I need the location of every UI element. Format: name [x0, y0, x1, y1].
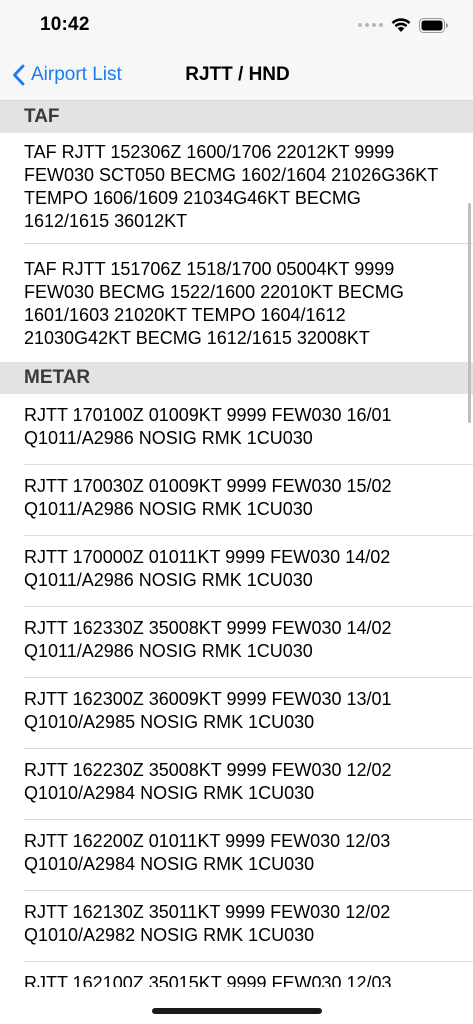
status-icons [358, 14, 449, 36]
status-time: 10:42 [40, 14, 90, 35]
section-header-metar: METAR [0, 362, 473, 394]
status-bar: 10:42 [0, 0, 473, 50]
taf-row[interactable]: TAF RJTT 151706Z 1518/1700 05004KT 9999 … [0, 244, 473, 362]
metar-row[interactable]: RJTT 162130Z 35011KT 9999 FEW030 12/02 Q… [0, 891, 473, 962]
report-list[interactable]: TAF TAF RJTT 152306Z 1600/1706 22012KT 9… [0, 101, 473, 987]
metar-row[interactable]: RJTT 162200Z 01011KT 9999 FEW030 12/03 Q… [0, 820, 473, 891]
battery-icon [419, 17, 448, 33]
metar-row[interactable]: RJTT 170030Z 01009KT 9999 FEW030 15/02 Q… [0, 465, 473, 536]
section-header-taf: TAF [0, 101, 473, 133]
page-title: RJTT / HND [185, 64, 290, 85]
screen: 10:42 Airport List RJTT / HND TAF TAF RJ… [0, 0, 473, 1024]
metar-row[interactable]: RJTT 162300Z 36009KT 9999 FEW030 13/01 Q… [0, 678, 473, 749]
metar-row[interactable]: RJTT 162230Z 35008KT 9999 FEW030 12/02 Q… [0, 749, 473, 820]
metar-row[interactable]: RJTT 162330Z 35008KT 9999 FEW030 14/02 Q… [0, 607, 473, 678]
metar-row[interactable]: RJTT 162100Z 35015KT 9999 FEW030 12/03 [0, 962, 473, 987]
home-indicator-area [0, 987, 473, 1024]
scroll-indicator[interactable] [468, 203, 471, 423]
home-indicator[interactable] [152, 1008, 322, 1014]
cellular-dots-icon [358, 23, 383, 27]
metar-row[interactable]: RJTT 170100Z 01009KT 9999 FEW030 16/01 Q… [0, 394, 473, 465]
navigation-bar: Airport List RJTT / HND [0, 50, 473, 101]
metar-row[interactable]: RJTT 170000Z 01011KT 9999 FEW030 14/02 Q… [0, 536, 473, 607]
wifi-icon [391, 18, 411, 32]
taf-row[interactable]: TAF RJTT 152306Z 1600/1706 22012KT 9999 … [0, 133, 473, 244]
